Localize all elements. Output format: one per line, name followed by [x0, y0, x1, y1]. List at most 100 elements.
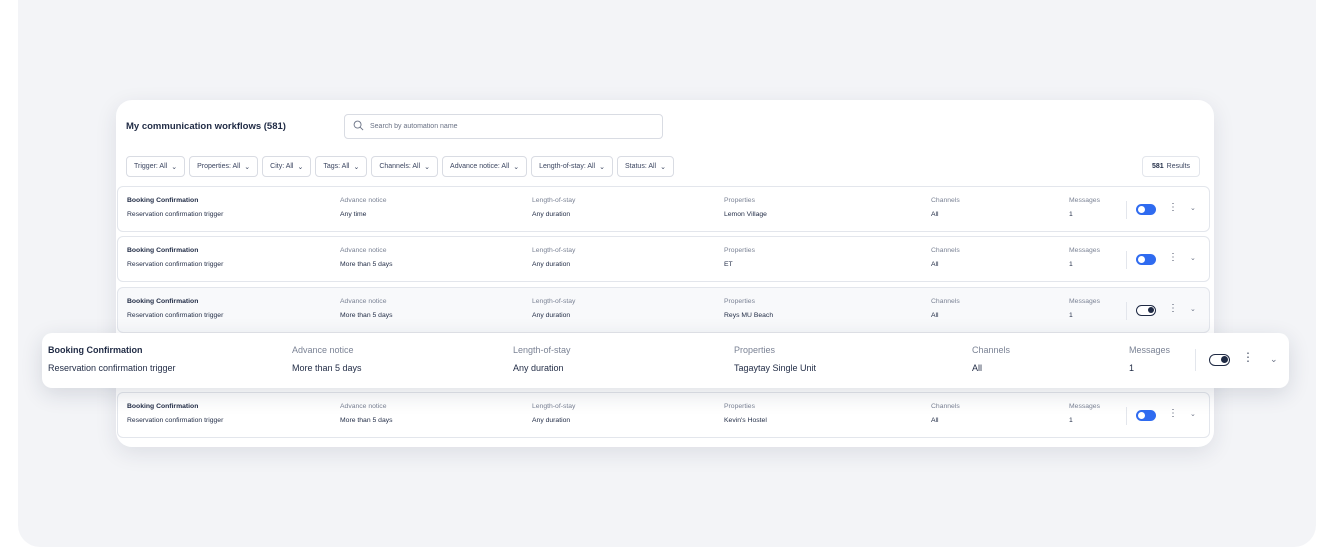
- properties-label: Properties: [724, 298, 755, 305]
- divider: [1126, 201, 1127, 219]
- search-input[interactable]: [370, 123, 650, 130]
- results-count: 581 Results: [1142, 156, 1200, 177]
- filter-trigger[interactable]: Trigger: All ⌄: [126, 156, 186, 177]
- workflow-name: Booking Confirmation: [127, 298, 199, 305]
- filter-label: Length-of-stay: All: [539, 163, 596, 170]
- messages-label: Messages: [1129, 345, 1171, 355]
- advance-notice-value: Any time: [340, 211, 367, 218]
- channels-label: Channels: [931, 247, 960, 254]
- messages-value: 1: [1129, 363, 1135, 373]
- filter-channels[interactable]: Channels: All ⌄: [371, 156, 439, 177]
- chevron-down-icon: ⌄: [244, 163, 251, 171]
- workflow-trigger: Reservation confirmation trigger: [127, 261, 224, 268]
- kebab-menu-icon[interactable]: ⋮: [1168, 303, 1178, 314]
- workflow-name: Booking Confirmation: [48, 345, 143, 355]
- status-toggle[interactable]: [1136, 254, 1156, 265]
- advance-notice-value: More than 5 days: [340, 417, 393, 424]
- filter-label: Channels: All: [379, 163, 421, 170]
- filter-status[interactable]: Status: All ⌄: [616, 156, 674, 177]
- advance-notice-value: More than 5 days: [292, 363, 362, 373]
- divider: [1126, 302, 1127, 320]
- kebab-menu-icon[interactable]: ⋮: [1168, 408, 1178, 419]
- advance-notice-label: Advance notice: [340, 403, 387, 410]
- status-toggle[interactable]: [1136, 305, 1156, 316]
- chevron-down-icon: ⌄: [171, 163, 178, 171]
- filter-city[interactable]: City: All ⌄: [262, 156, 312, 177]
- status-toggle[interactable]: [1136, 410, 1156, 421]
- workflow-trigger: Reservation confirmation trigger: [127, 417, 224, 424]
- workflow-name: Booking Confirmation: [127, 197, 199, 204]
- workflow-trigger: Reservation confirmation trigger: [48, 363, 176, 373]
- workflow-name: Booking Confirmation: [127, 403, 199, 410]
- workflow-row[interactable]: Booking Confirmation Reservation confirma…: [117, 287, 1210, 333]
- channels-label: Channels: [931, 298, 960, 305]
- chevron-down-icon[interactable]: ⌄: [1190, 305, 1196, 313]
- chevron-down-icon: ⌄: [513, 163, 520, 171]
- filter-label: Properties: All: [197, 163, 241, 170]
- properties-value: Kevin's Hostel: [724, 417, 767, 424]
- length-of-stay-label: Length-of-stay: [513, 345, 571, 355]
- chevron-down-icon[interactable]: ⌄: [1270, 354, 1278, 365]
- workflow-row[interactable]: Booking Confirmation Reservation confirma…: [117, 392, 1210, 438]
- filter-properties[interactable]: Properties: All ⌄: [189, 156, 259, 177]
- results-label: Results: [1166, 163, 1191, 170]
- properties-label: Properties: [724, 247, 755, 254]
- length-of-stay-label: Length-of-stay: [532, 298, 576, 305]
- divider: [1126, 251, 1127, 269]
- messages-label: Messages: [1069, 298, 1100, 305]
- filter-label: Trigger: All: [134, 163, 168, 170]
- channels-value: All: [972, 363, 983, 373]
- properties-value: Reys MU Beach: [724, 312, 774, 319]
- channels-value: All: [931, 211, 939, 218]
- length-of-stay-label: Length-of-stay: [532, 197, 576, 204]
- length-of-stay-value: Any duration: [532, 312, 571, 319]
- channels-label: Channels: [931, 403, 960, 410]
- filter-label: City: All: [270, 163, 294, 170]
- kebab-menu-icon[interactable]: ⋮: [1168, 202, 1178, 213]
- messages-value: 1: [1069, 211, 1073, 218]
- search-box[interactable]: [344, 114, 663, 139]
- filter-tags[interactable]: Tags: All ⌄: [315, 156, 368, 177]
- results-number: 581: [1151, 163, 1164, 170]
- length-of-stay-value: Any duration: [513, 363, 564, 373]
- filter-bar: Trigger: All ⌄ Properties: All ⌄ City: All…: [126, 156, 674, 177]
- filter-label: Tags: All: [323, 163, 350, 170]
- workflow-trigger: Reservation confirmation trigger: [127, 211, 224, 218]
- messages-value: 1: [1069, 312, 1073, 319]
- kebab-menu-icon[interactable]: ⋮: [1168, 252, 1178, 263]
- properties-label: Properties: [734, 345, 776, 355]
- channels-label: Channels: [931, 197, 960, 204]
- kebab-menu-icon[interactable]: ⋮: [1242, 350, 1254, 364]
- channels-value: All: [931, 312, 939, 319]
- length-of-stay-value: Any duration: [532, 261, 571, 268]
- workflow-row[interactable]: Booking Confirmation Reservation confirma…: [117, 236, 1210, 282]
- messages-value: 1: [1069, 417, 1073, 424]
- workflow-trigger: Reservation confirmation trigger: [127, 312, 224, 319]
- chevron-down-icon: ⌄: [424, 163, 431, 171]
- properties-value: Lemon Village: [724, 211, 767, 218]
- properties-value: ET: [724, 261, 733, 268]
- length-of-stay-value: Any duration: [532, 417, 571, 424]
- chevron-down-icon[interactable]: ⌄: [1190, 204, 1196, 212]
- chevron-down-icon[interactable]: ⌄: [1190, 254, 1196, 262]
- page-title: My communication workflows (581): [126, 121, 286, 132]
- status-toggle[interactable]: [1136, 204, 1156, 215]
- divider: [1195, 349, 1196, 371]
- properties-value: Tagaytay Single Unit: [734, 363, 817, 373]
- messages-value: 1: [1069, 261, 1073, 268]
- filter-advance-notice[interactable]: Advance notice: All ⌄: [442, 156, 528, 177]
- messages-label: Messages: [1069, 403, 1100, 410]
- chevron-down-icon[interactable]: ⌄: [1190, 410, 1196, 418]
- messages-label: Messages: [1069, 197, 1100, 204]
- chevron-down-icon: ⌄: [660, 163, 666, 171]
- workflow-row[interactable]: Booking Confirmation Reservation confirma…: [117, 186, 1210, 232]
- filter-label: Status: All: [624, 163, 657, 170]
- properties-label: Properties: [724, 403, 755, 410]
- filter-length-of-stay[interactable]: Length-of-stay: All ⌄: [531, 156, 613, 177]
- status-toggle[interactable]: [1209, 354, 1230, 366]
- workflow-row-highlighted[interactable]: Booking Confirmation Reservation confirma…: [42, 333, 1289, 388]
- divider: [1126, 407, 1127, 425]
- properties-label: Properties: [724, 197, 755, 204]
- advance-notice-label: Advance notice: [340, 298, 387, 305]
- length-of-stay-value: Any duration: [532, 211, 571, 218]
